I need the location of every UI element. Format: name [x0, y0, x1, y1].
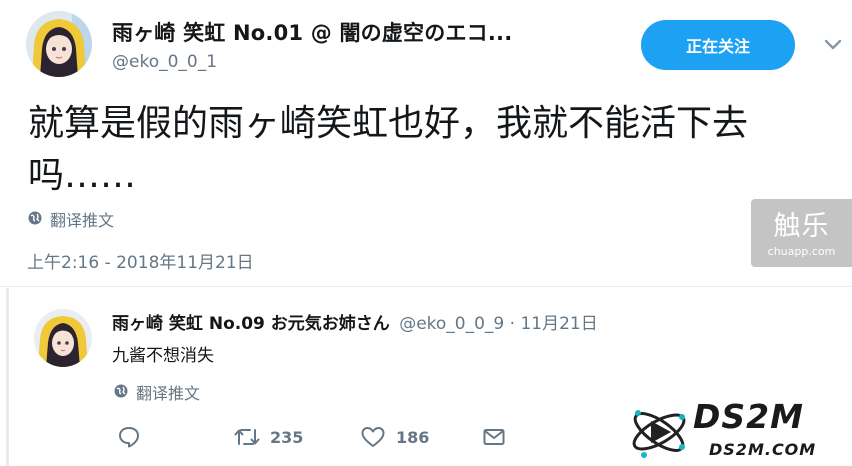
chuapp-logo-text: 触乐 [773, 211, 830, 242]
ds2m-logo-icon [632, 410, 686, 458]
message-button[interactable] [482, 425, 506, 449]
translate-tweet-link[interactable]: 翻译推文 [28, 207, 114, 231]
reply-display-name[interactable]: 雨ヶ崎 笑虹 No.09 お元気お姉さん [112, 314, 390, 334]
chuapp-url: chuapp.com [767, 245, 836, 258]
globe-icon [28, 210, 42, 229]
ds2m-watermark: DS2M DS2M.COM [616, 397, 852, 466]
reply-handle-date[interactable]: @eko_0_0_9 · 11月21日 [399, 314, 598, 334]
like-button[interactable]: 186 [360, 425, 429, 449]
chuapp-watermark: 触乐 chuapp.com [751, 199, 852, 267]
retweet-count: 235 [270, 427, 304, 447]
reply-icon [117, 425, 141, 449]
chevron-down-icon[interactable] [822, 36, 844, 54]
avatar[interactable] [26, 11, 92, 77]
reply-translate-link[interactable]: 翻译推文 [114, 380, 200, 404]
retweet-button[interactable]: 235 [234, 425, 303, 449]
following-button[interactable]: 正在关注 [641, 20, 795, 70]
reply-text: 九酱不想消失 [112, 346, 214, 366]
message-icon [482, 425, 506, 449]
tweet-timestamp[interactable]: 上午2:16 - 2018年11月21日 [27, 248, 254, 273]
tweet-text: 就算是假的雨ヶ崎笑虹也好，我就不能活下去吗…… [28, 103, 749, 196]
translate-label: 翻译推文 [50, 211, 115, 230]
ds2m-url: DS2M.COM [709, 440, 817, 459]
reply-thread-rail [6, 288, 9, 466]
retweet-icon [234, 425, 260, 449]
like-count: 186 [396, 427, 430, 447]
user-handle[interactable]: @eko_0_0_1 [112, 52, 217, 72]
ds2m-logo-text: DS2M [693, 397, 804, 436]
reply-button[interactable] [117, 425, 141, 449]
display-name[interactable]: 雨ヶ崎 笑虹 No.01 @ 闇の虚空のエコ... [112, 17, 512, 47]
globe-icon [114, 383, 128, 402]
like-icon [360, 425, 386, 449]
reply-translate-label: 翻译推文 [136, 384, 201, 403]
reply-header: 雨ヶ崎 笑虹 No.09 お元気お姉さん @eko_0_0_9 · 11月21日 [112, 309, 598, 334]
reply-avatar[interactable] [34, 309, 92, 367]
divider [0, 286, 852, 287]
